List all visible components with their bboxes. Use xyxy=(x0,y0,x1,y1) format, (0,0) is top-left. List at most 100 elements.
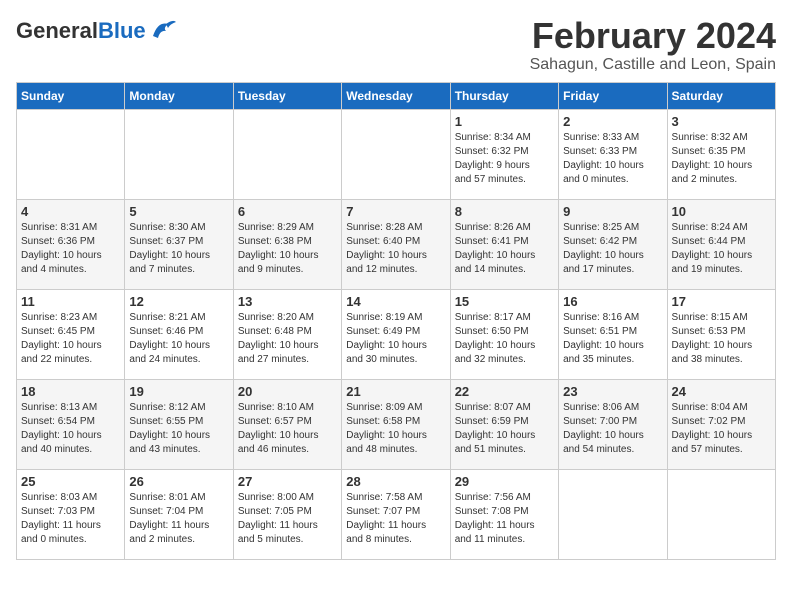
calendar-day-header: Sunday xyxy=(17,82,125,109)
day-info: Sunrise: 8:07 AM Sunset: 6:59 PM Dayligh… xyxy=(455,401,554,457)
day-info: Sunrise: 8:04 AM Sunset: 7:02 PM Dayligh… xyxy=(672,401,771,457)
day-number: 4 xyxy=(21,204,120,219)
day-number: 12 xyxy=(129,294,228,309)
day-number: 24 xyxy=(672,384,771,399)
day-number: 10 xyxy=(672,204,771,219)
calendar-cell xyxy=(667,469,775,559)
calendar-cell xyxy=(559,469,667,559)
day-info: Sunrise: 8:34 AM Sunset: 6:32 PM Dayligh… xyxy=(455,131,554,187)
calendar-cell: 12 Sunrise: 8:21 AM Sunset: 6:46 PM Dayli… xyxy=(125,289,233,379)
day-number: 16 xyxy=(563,294,662,309)
day-number: 26 xyxy=(129,474,228,489)
day-number: 25 xyxy=(21,474,120,489)
logo-blue-text: Blue xyxy=(98,18,146,43)
day-info: Sunrise: 8:15 AM Sunset: 6:53 PM Dayligh… xyxy=(672,311,771,367)
calendar-cell: 15Sunrise: 8:17 AM Sunset: 6:50 PM Dayli… xyxy=(450,289,558,379)
calendar-cell xyxy=(17,109,125,199)
day-number: 28 xyxy=(346,474,445,489)
day-info: Sunrise: 8:10 AM Sunset: 6:57 PM Dayligh… xyxy=(238,401,337,457)
calendar-cell: 16 Sunrise: 8:16 AM Sunset: 6:51 PM Dayli… xyxy=(559,289,667,379)
day-info: Sunrise: 7:58 AM Sunset: 7:07 PM Dayligh… xyxy=(346,491,445,547)
day-info: Sunrise: 8:20 AM Sunset: 6:48 PM Dayligh… xyxy=(238,311,337,367)
day-info: Sunrise: 8:06 AM Sunset: 7:00 PM Dayligh… xyxy=(563,401,662,457)
calendar-day-header: Saturday xyxy=(667,82,775,109)
calendar-day-header: Wednesday xyxy=(342,82,450,109)
calendar-week-row: 18 Sunrise: 8:13 AM Sunset: 6:54 PM Dayli… xyxy=(17,379,776,469)
calendar-cell: 28 Sunrise: 7:58 AM Sunset: 7:07 PM Dayli… xyxy=(342,469,450,559)
calendar-table: SundayMondayTuesdayWednesdayThursdayFrid… xyxy=(16,82,776,560)
day-info: Sunrise: 8:25 AM Sunset: 6:42 PM Dayligh… xyxy=(563,221,662,277)
logo-bird-icon xyxy=(148,16,178,46)
calendar-cell: 8 Sunrise: 8:26 AM Sunset: 6:41 PM Daylig… xyxy=(450,199,558,289)
calendar-cell: 4 Sunrise: 8:31 AM Sunset: 6:36 PM Daylig… xyxy=(17,199,125,289)
day-info: Sunrise: 8:21 AM Sunset: 6:46 PM Dayligh… xyxy=(129,311,228,367)
logo-general-text: General xyxy=(16,18,98,43)
calendar-cell: 25 Sunrise: 8:03 AM Sunset: 7:03 PM Dayli… xyxy=(17,469,125,559)
calendar-cell: 29 Sunrise: 7:56 AM Sunset: 7:08 PM Dayli… xyxy=(450,469,558,559)
calendar-day-header: Monday xyxy=(125,82,233,109)
calendar-cell xyxy=(342,109,450,199)
day-number: 1 xyxy=(455,114,554,129)
day-info: Sunrise: 8:09 AM Sunset: 6:58 PM Dayligh… xyxy=(346,401,445,457)
day-number: 27 xyxy=(238,474,337,489)
calendar-cell: 5Sunrise: 8:30 AM Sunset: 6:37 PM Daylig… xyxy=(125,199,233,289)
day-info: Sunrise: 8:01 AM Sunset: 7:04 PM Dayligh… xyxy=(129,491,228,547)
calendar-header-row: SundayMondayTuesdayWednesdayThursdayFrid… xyxy=(17,82,776,109)
month-title: February 2024 xyxy=(530,16,776,56)
day-number: 14 xyxy=(346,294,445,309)
day-info: Sunrise: 8:12 AM Sunset: 6:55 PM Dayligh… xyxy=(129,401,228,457)
calendar-cell: 20 Sunrise: 8:10 AM Sunset: 6:57 PM Dayli… xyxy=(233,379,341,469)
day-number: 19 xyxy=(129,384,228,399)
calendar-cell: 6Sunrise: 8:29 AM Sunset: 6:38 PM Daylig… xyxy=(233,199,341,289)
calendar-cell xyxy=(125,109,233,199)
day-number: 11 xyxy=(21,294,120,309)
calendar-week-row: 1 Sunrise: 8:34 AM Sunset: 6:32 PM Daylig… xyxy=(17,109,776,199)
calendar-cell: 3Sunrise: 8:32 AM Sunset: 6:35 PM Daylig… xyxy=(667,109,775,199)
day-number: 20 xyxy=(238,384,337,399)
calendar-cell: 14 Sunrise: 8:19 AM Sunset: 6:49 PM Dayli… xyxy=(342,289,450,379)
day-number: 17 xyxy=(672,294,771,309)
day-info: Sunrise: 8:03 AM Sunset: 7:03 PM Dayligh… xyxy=(21,491,120,547)
day-info: Sunrise: 8:31 AM Sunset: 6:36 PM Dayligh… xyxy=(21,221,120,277)
calendar-cell: 9 Sunrise: 8:25 AM Sunset: 6:42 PM Daylig… xyxy=(559,199,667,289)
day-number: 13 xyxy=(238,294,337,309)
day-info: Sunrise: 8:32 AM Sunset: 6:35 PM Dayligh… xyxy=(672,131,771,187)
logo: GeneralBlue xyxy=(16,16,178,46)
calendar-day-header: Friday xyxy=(559,82,667,109)
day-info: Sunrise: 8:30 AM Sunset: 6:37 PM Dayligh… xyxy=(129,221,228,277)
calendar-cell: 24 Sunrise: 8:04 AM Sunset: 7:02 PM Dayli… xyxy=(667,379,775,469)
day-number: 9 xyxy=(563,204,662,219)
calendar-day-header: Tuesday xyxy=(233,82,341,109)
day-number: 23 xyxy=(563,384,662,399)
calendar-cell: 23 Sunrise: 8:06 AM Sunset: 7:00 PM Dayli… xyxy=(559,379,667,469)
day-number: 8 xyxy=(455,204,554,219)
calendar-cell xyxy=(233,109,341,199)
calendar-cell: 7Sunrise: 8:28 AM Sunset: 6:40 PM Daylig… xyxy=(342,199,450,289)
calendar-cell: 18 Sunrise: 8:13 AM Sunset: 6:54 PM Dayli… xyxy=(17,379,125,469)
day-info: Sunrise: 8:13 AM Sunset: 6:54 PM Dayligh… xyxy=(21,401,120,457)
calendar-cell: 22Sunrise: 8:07 AM Sunset: 6:59 PM Dayli… xyxy=(450,379,558,469)
calendar-cell: 13 Sunrise: 8:20 AM Sunset: 6:48 PM Dayli… xyxy=(233,289,341,379)
calendar-day-header: Thursday xyxy=(450,82,558,109)
day-number: 21 xyxy=(346,384,445,399)
calendar-cell: 26 Sunrise: 8:01 AM Sunset: 7:04 PM Dayli… xyxy=(125,469,233,559)
day-number: 18 xyxy=(21,384,120,399)
day-info: Sunrise: 8:16 AM Sunset: 6:51 PM Dayligh… xyxy=(563,311,662,367)
day-info: Sunrise: 8:23 AM Sunset: 6:45 PM Dayligh… xyxy=(21,311,120,367)
day-number: 15 xyxy=(455,294,554,309)
day-info: Sunrise: 8:33 AM Sunset: 6:33 PM Dayligh… xyxy=(563,131,662,187)
calendar-cell: 27 Sunrise: 8:00 AM Sunset: 7:05 PM Dayli… xyxy=(233,469,341,559)
calendar-cell: 19 Sunrise: 8:12 AM Sunset: 6:55 PM Dayli… xyxy=(125,379,233,469)
calendar-cell: 17 Sunrise: 8:15 AM Sunset: 6:53 PM Dayli… xyxy=(667,289,775,379)
day-info: Sunrise: 8:24 AM Sunset: 6:44 PM Dayligh… xyxy=(672,221,771,277)
day-info: Sunrise: 8:00 AM Sunset: 7:05 PM Dayligh… xyxy=(238,491,337,547)
calendar-cell: 11 Sunrise: 8:23 AM Sunset: 6:45 PM Dayli… xyxy=(17,289,125,379)
calendar-week-row: 11 Sunrise: 8:23 AM Sunset: 6:45 PM Dayli… xyxy=(17,289,776,379)
calendar-cell: 21 Sunrise: 8:09 AM Sunset: 6:58 PM Dayli… xyxy=(342,379,450,469)
title-block: February 2024 Sahagun, Castille and Leon… xyxy=(530,16,776,74)
day-info: Sunrise: 7:56 AM Sunset: 7:08 PM Dayligh… xyxy=(455,491,554,547)
day-info: Sunrise: 8:26 AM Sunset: 6:41 PM Dayligh… xyxy=(455,221,554,277)
day-info: Sunrise: 8:19 AM Sunset: 6:49 PM Dayligh… xyxy=(346,311,445,367)
calendar-cell: 1 Sunrise: 8:34 AM Sunset: 6:32 PM Daylig… xyxy=(450,109,558,199)
day-number: 29 xyxy=(455,474,554,489)
